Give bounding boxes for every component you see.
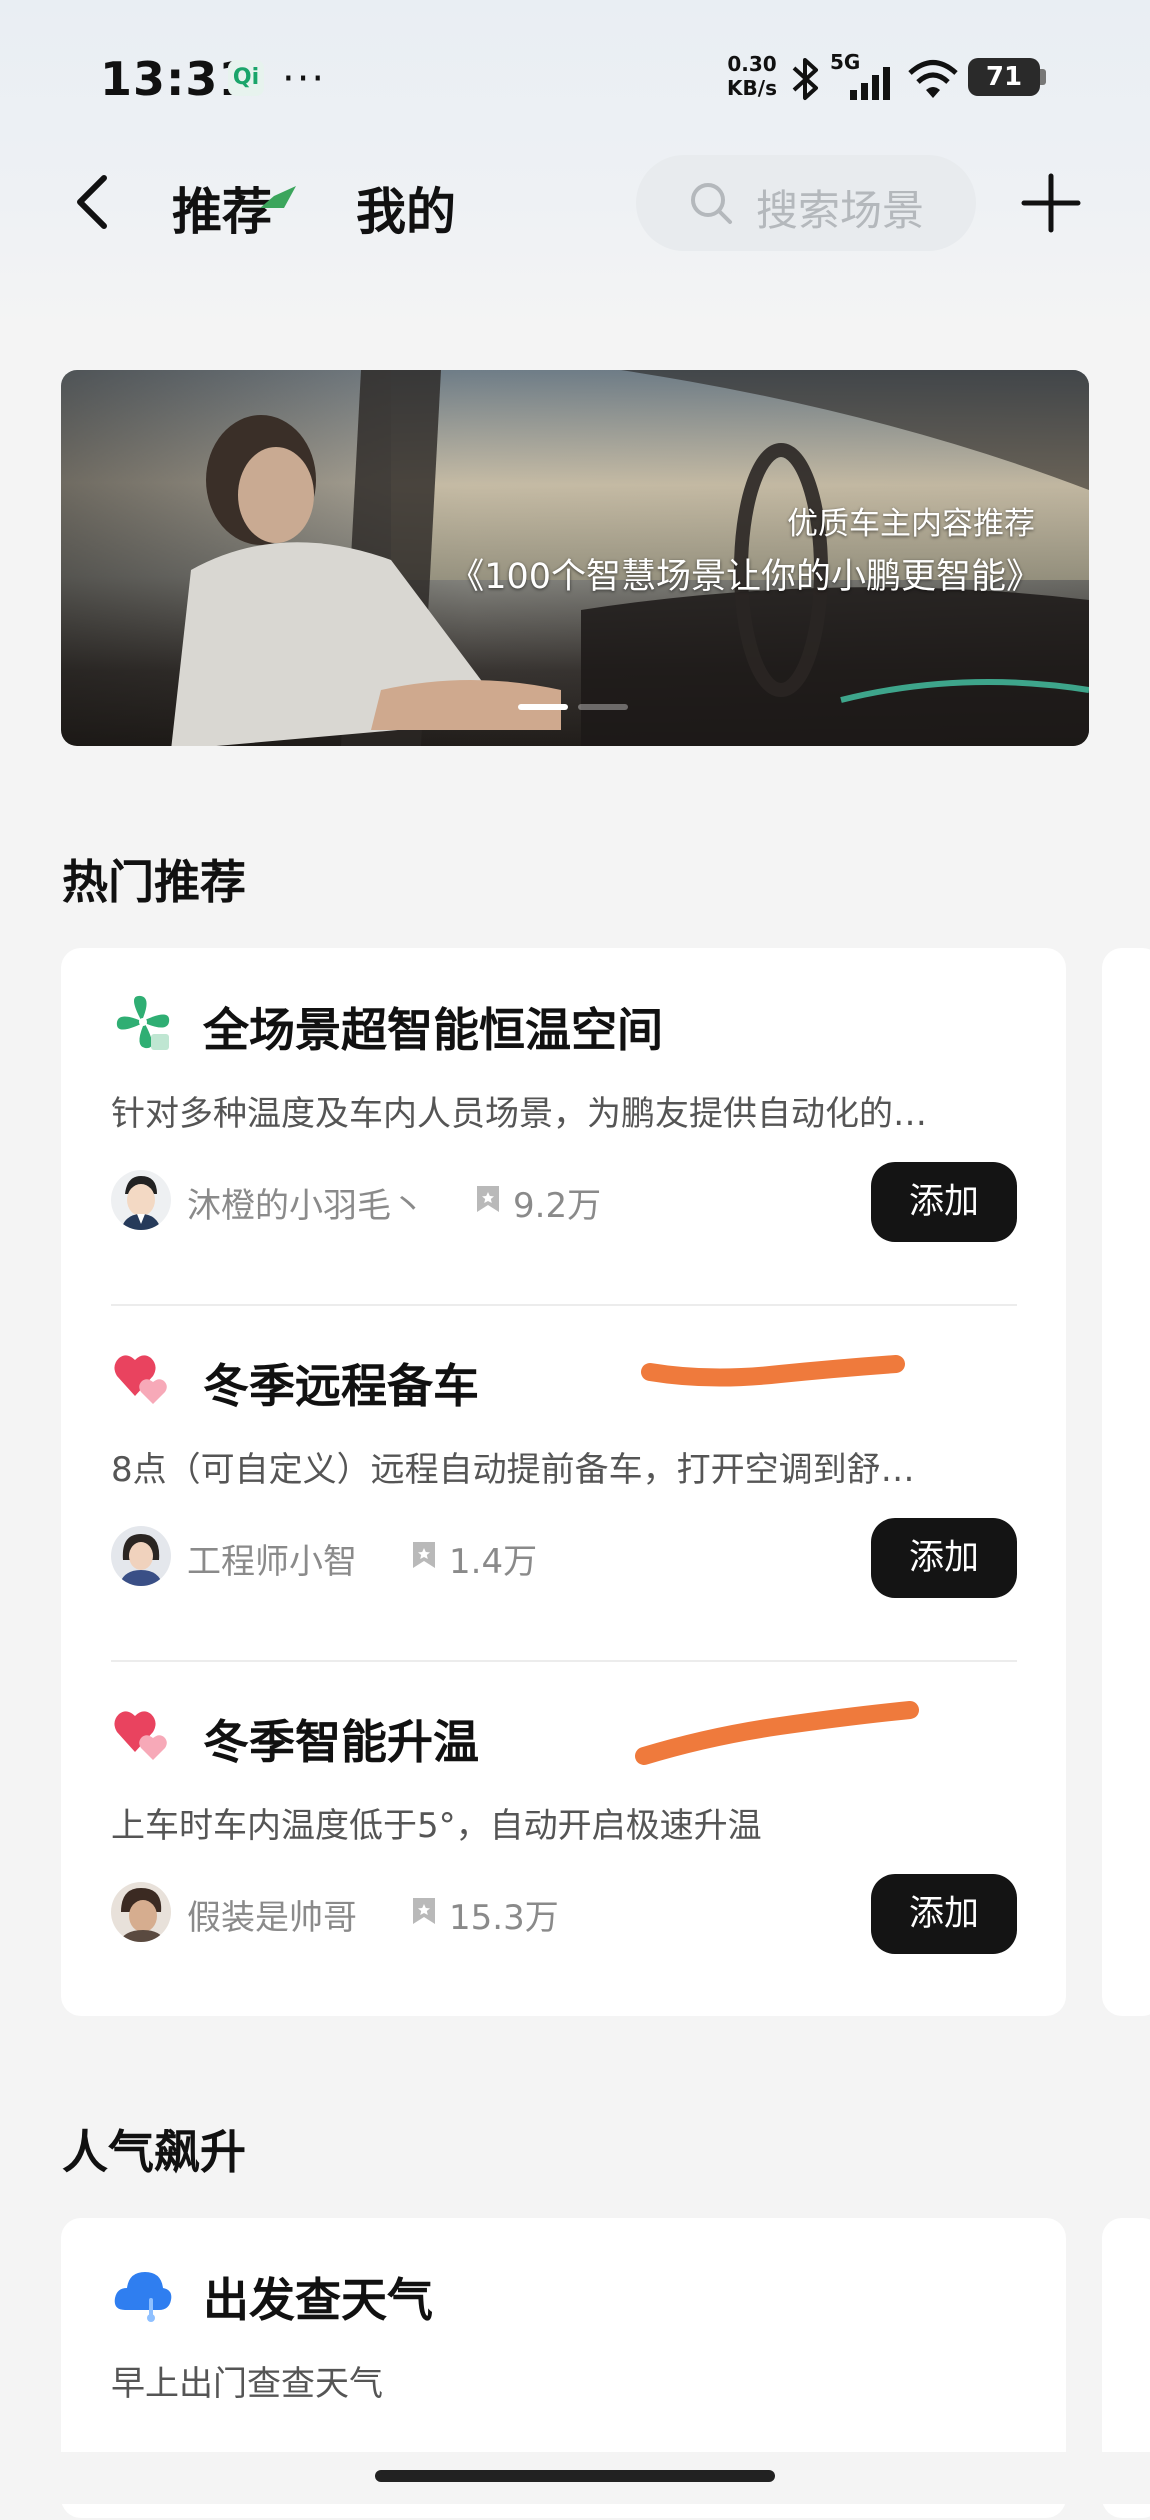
home-indicator[interactable] — [375, 2470, 775, 2482]
banner-subtitle: 优质车主内容推荐 — [787, 506, 1035, 542]
scene-title: 冬季智能升温 — [203, 1715, 479, 1769]
header: 推荐 我的 搜索场景 — [0, 150, 1150, 260]
scene-title: 出发查天气 — [203, 2273, 433, 2327]
bookmark-icon — [413, 1898, 435, 1924]
highlight-scribble — [635, 1701, 919, 1765]
network-speed-unit: KB/s — [727, 76, 777, 100]
scene-item[interactable]: 全场景超智能恒温空间 针对多种温度及车内人员场景，为鹏友提供自动化的… 沐橙的小… — [111, 990, 1017, 1250]
status-bar: 13:31 Qi ··· 0.30 KB/s 5G 71 — [0, 40, 1150, 120]
banner-title: 《100个智慧场景让你的小鹏更智能》 — [449, 557, 1041, 597]
save-count: 1.4万 — [449, 1542, 538, 1582]
search-placeholder: 搜索场景 — [756, 186, 925, 235]
carousel-dot — [578, 704, 628, 710]
cloud-icon — [114, 2272, 172, 2322]
add-icon[interactable] — [1020, 172, 1082, 234]
divider — [111, 1660, 1017, 1662]
scene-description: 针对多种温度及车内人员场景，为鹏友提供自动化的… — [111, 1094, 927, 1134]
avatar — [111, 1526, 171, 1586]
divider — [111, 1304, 1017, 1306]
avatar — [111, 1882, 171, 1942]
search-icon — [691, 183, 732, 224]
wifi-icon — [908, 60, 958, 98]
search-input[interactable]: 搜索场景 — [636, 155, 976, 251]
app-notification-icon: Qi — [228, 60, 264, 96]
next-card-peek[interactable] — [1102, 948, 1150, 2016]
more-notifications-icon: ··· — [282, 56, 327, 102]
bookmark-icon — [413, 1542, 435, 1568]
bookmark-icon — [477, 1186, 499, 1212]
heart-icon — [114, 1355, 167, 1404]
scene-title: 全场景超智能恒温空间 — [203, 1003, 663, 1057]
add-scene-button[interactable]: 添加 — [871, 1162, 1017, 1242]
tab-mine[interactable]: 我的 — [356, 172, 456, 244]
carousel-dot-active — [518, 704, 568, 710]
add-scene-button[interactable]: 添加 — [871, 1874, 1017, 1954]
scene-description: 上车时车内温度低于5°，自动开启极速升温 — [111, 1806, 762, 1846]
section-title-trending: 人气飙升 — [62, 2125, 246, 2179]
scene-description: 早上出门查查天气 — [111, 2364, 383, 2404]
banner-carousel[interactable]: 优质车主内容推荐 《100个智慧场景让你的小鹏更智能》 — [61, 370, 1089, 746]
bluetooth-icon — [792, 58, 818, 100]
back-arrow-icon[interactable] — [64, 170, 128, 234]
active-tab-indicator — [260, 186, 296, 208]
network-speed-value: 0.30 — [727, 52, 777, 76]
save-count: 15.3万 — [449, 1898, 559, 1938]
battery-cap — [1040, 69, 1046, 85]
highlight-scribble — [641, 1355, 905, 1387]
fan-icon — [116, 995, 170, 1050]
author-name: 沐橙的小羽毛丶 — [187, 1186, 425, 1226]
heart-icon — [114, 1711, 167, 1760]
author-name: 工程师小智 — [187, 1542, 357, 1582]
author-name: 假装是帅哥 — [187, 1898, 357, 1938]
hot-recommend-card: 全场景超智能恒温空间 针对多种温度及车内人员场景，为鹏友提供自动化的… 沐橙的小… — [61, 948, 1066, 2016]
avatar — [111, 1170, 171, 1230]
scene-description: 8点（可自定义）远程自动提前备车，打开空调到舒… — [111, 1450, 915, 1490]
add-scene-button[interactable]: 添加 — [871, 1518, 1017, 1598]
cellular-signal-icon — [850, 67, 890, 100]
section-title-hot: 热门推荐 — [62, 855, 246, 909]
scene-title: 冬季远程备车 — [203, 1359, 479, 1413]
save-count: 9.2万 — [513, 1186, 602, 1226]
battery-indicator: 71 — [968, 58, 1040, 96]
network-speed: 0.30 KB/s — [724, 52, 780, 100]
